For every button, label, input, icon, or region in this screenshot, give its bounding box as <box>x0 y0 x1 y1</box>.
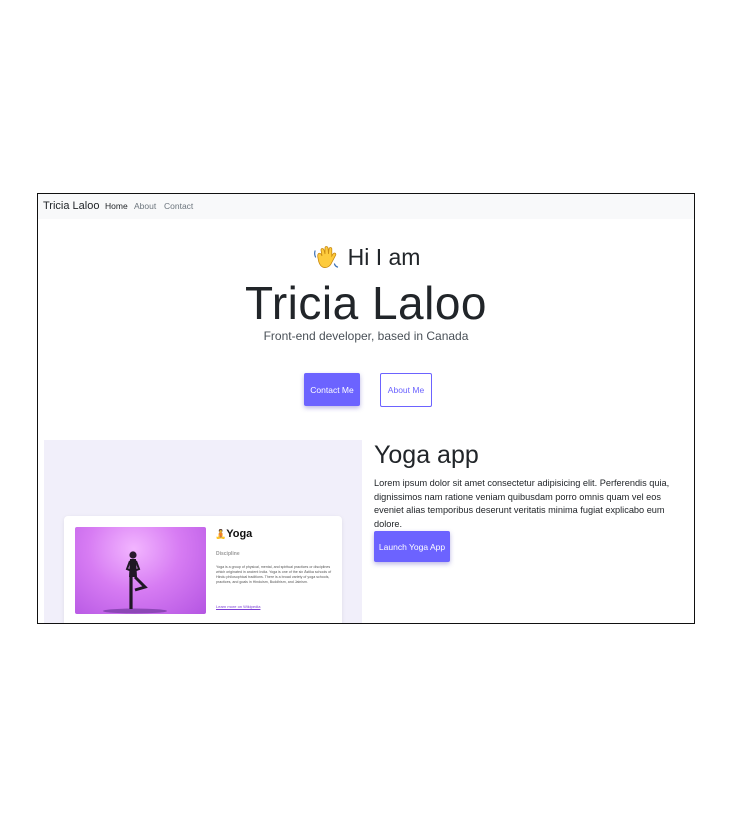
nav-link-about[interactable]: About <box>134 201 156 211</box>
preview-title: 🧘Yoga <box>215 528 253 540</box>
launch-yoga-app-button[interactable]: Launch Yoga App <box>374 531 450 562</box>
hero-name: Tricia Laloo <box>244 277 488 329</box>
project-description: Lorem ipsum dolor sit amet consectetur a… <box>374 478 670 529</box>
about-me-button[interactable]: About Me <box>380 373 432 407</box>
contact-me-button[interactable]: Contact Me <box>304 373 360 406</box>
waving-hand-icon <box>312 243 340 271</box>
greeting-text: Hi I am <box>347 243 421 270</box>
project-title: Yoga app <box>374 441 479 469</box>
preview-description: Yoga is a group of physical, mental, and… <box>216 565 332 584</box>
navbar: Tricia Laloo Home About Contact <box>38 194 694 219</box>
preview-wikipedia-link[interactable]: Learn more on Wikipedia <box>216 604 260 609</box>
project-preview: 🧘Yoga Discipline Yoga is a group of phys… <box>44 440 362 623</box>
yoga-pose-image <box>75 527 206 614</box>
navbar-brand[interactable]: Tricia Laloo <box>43 200 99 212</box>
browser-viewport: Tricia Laloo Home About Contact Hi I am … <box>37 193 695 624</box>
hero-subtitle: Front-end developer, based in Canada <box>263 329 469 343</box>
preview-kicker: Discipline <box>216 551 240 557</box>
hero-greeting: Hi I am <box>38 242 694 272</box>
meditation-icon: 🧘 <box>215 529 227 539</box>
nav-link-home[interactable]: Home <box>105 201 128 211</box>
yoga-preview-card: 🧘Yoga Discipline Yoga is a group of phys… <box>64 516 342 623</box>
nav-link-contact[interactable]: Contact <box>164 201 193 211</box>
